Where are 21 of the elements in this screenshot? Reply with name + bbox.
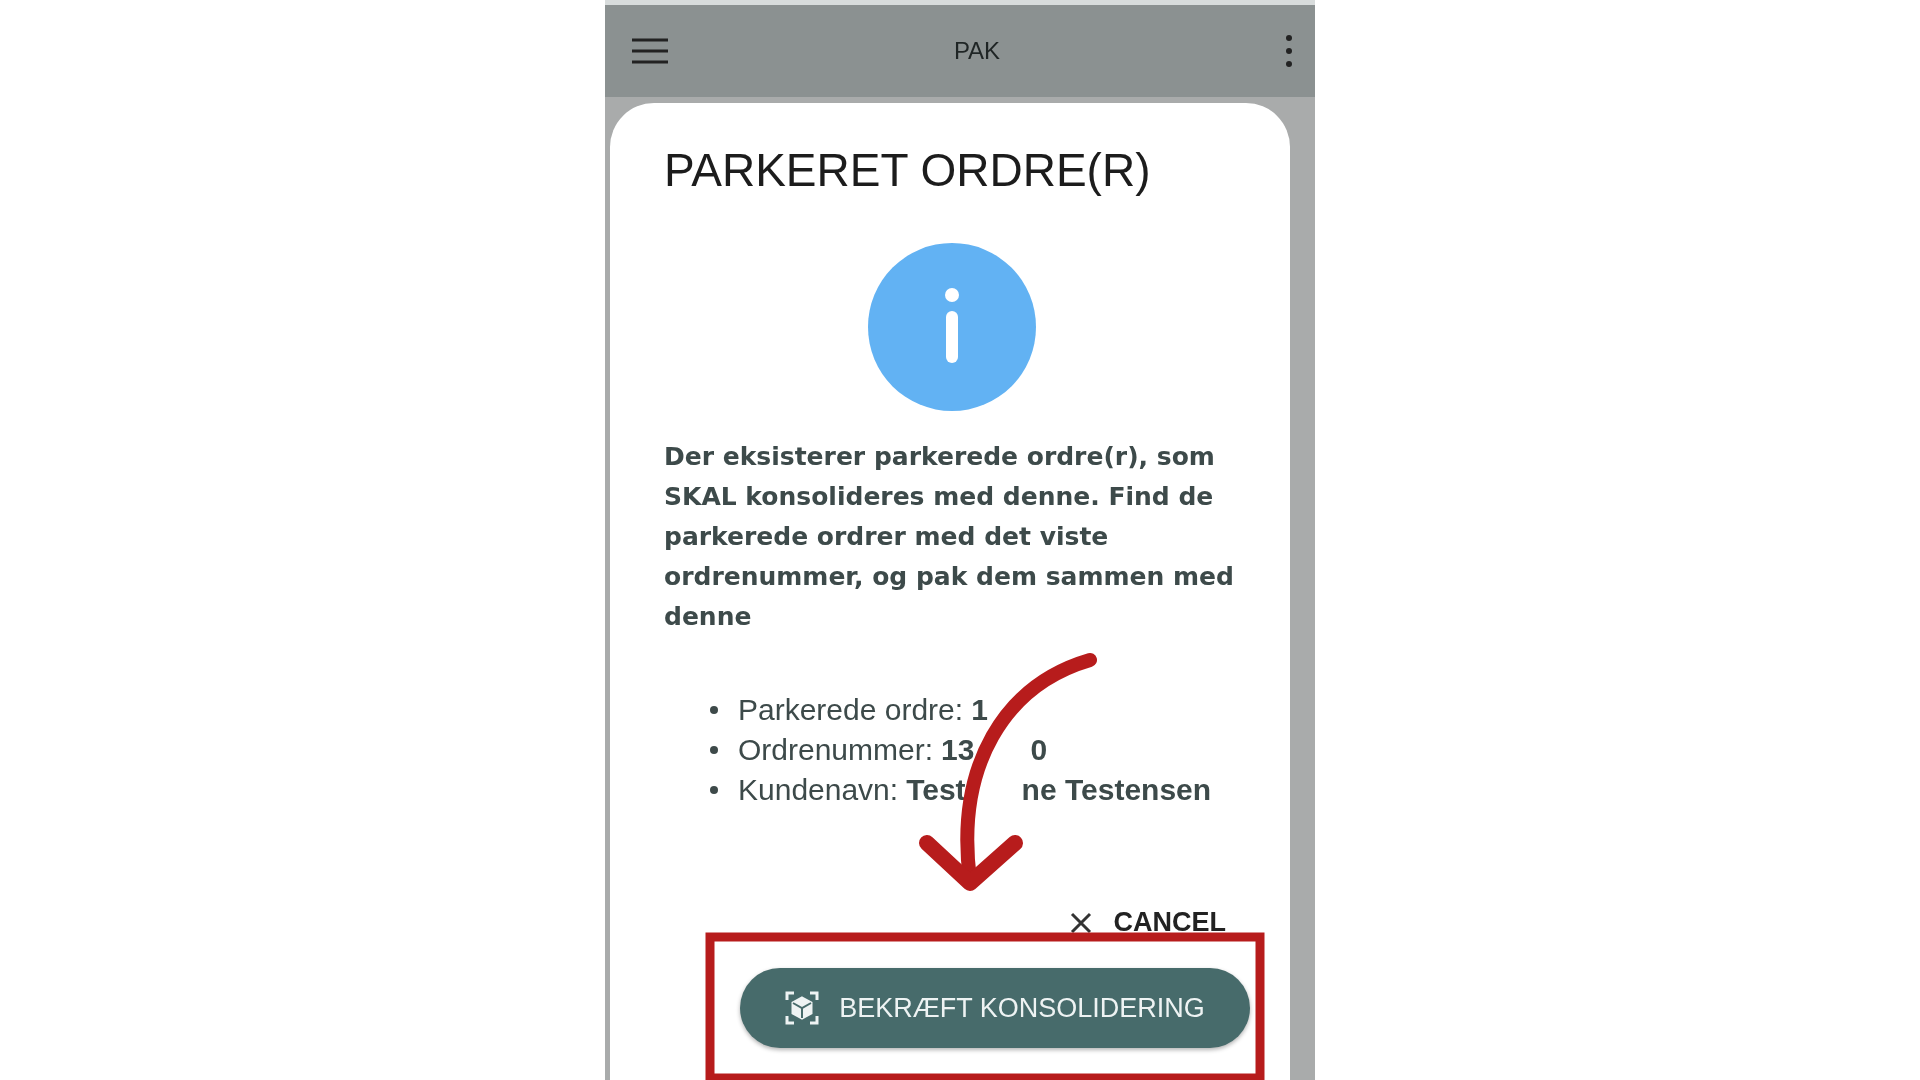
info-icon [868,243,1036,411]
dialog-title: PARKERET ORDRE(R) [664,143,1152,197]
more-options-icon[interactable] [1285,34,1293,68]
menu-icon[interactable] [631,37,669,65]
cube-scan-icon [785,991,820,1025]
app-bar-title: PAK [953,37,1001,65]
bullet-icon [710,746,718,754]
close-icon [1069,911,1092,934]
detail-value: ne Testensen [1021,773,1212,807]
detail-value: 0 [1030,733,1048,767]
bullet-icon [710,706,718,714]
dialog-message: Der eksisterer parkerede ordre(r), som SKAL konsolideres med denne. Find de parkerede ordrer med det viste ordrenummer, og pak dem sammen med denne [664,441,1235,633]
detail-value: 13 [941,733,975,767]
detail-value: 1 [971,693,988,727]
cancel-button[interactable]: CANCEL [1069,907,1226,938]
detail-label: Parkerede ordre: [738,693,964,727]
bullet-icon [710,786,718,794]
detail-value: Test [906,773,966,807]
detail-label: Kundenavn: [738,773,899,807]
detail-label: Ordrenummer: [738,733,934,767]
confirm-button[interactable]: BEKRÆFT KONSOLIDERING [740,968,1250,1048]
